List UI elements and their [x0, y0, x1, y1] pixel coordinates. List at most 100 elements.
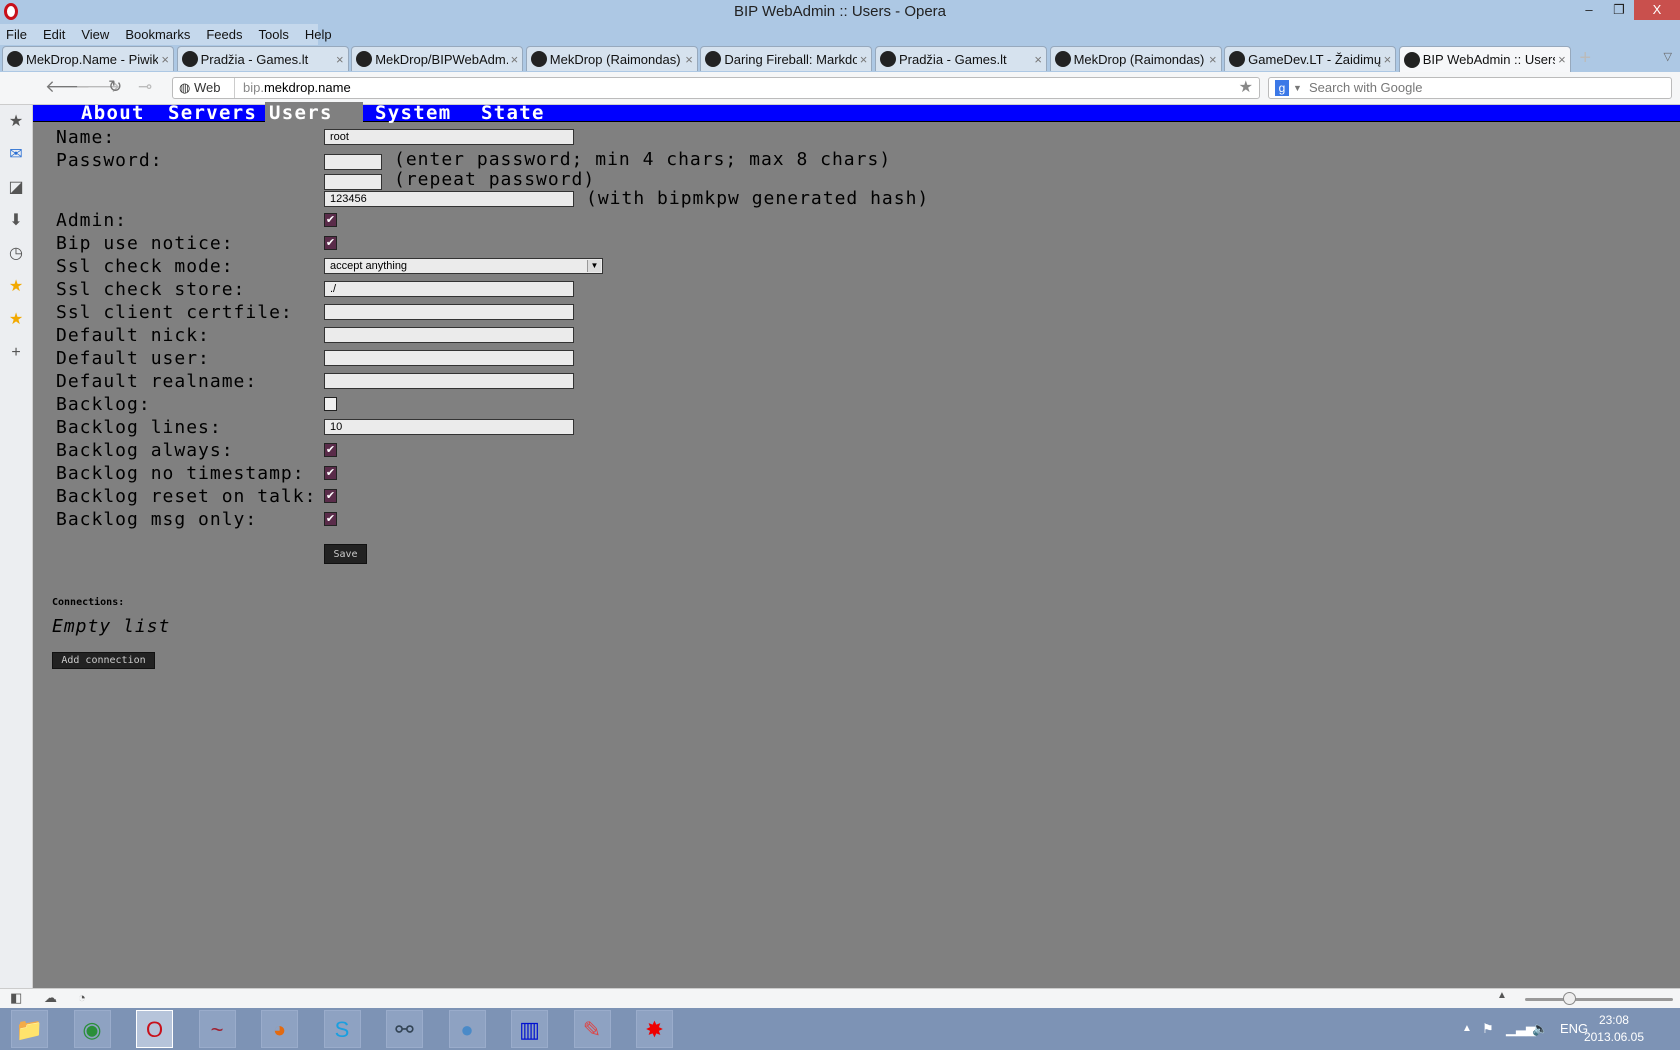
tab[interactable]: MekDrop/BIPWebAdm... ×	[351, 46, 524, 71]
chrome-icon[interactable]: ◉	[73, 1010, 111, 1048]
clock[interactable]: 23:08 2013.06.05	[1584, 1012, 1644, 1046]
zoom-slider[interactable]	[1525, 992, 1673, 1005]
hash-hint: (with bipmkpw generated hash)	[586, 188, 930, 209]
menu-feeds[interactable]: Feeds	[206, 24, 242, 45]
bookmarks-star-icon[interactable]: ★	[0, 105, 32, 138]
ssl-check-store-input[interactable]: ./	[324, 281, 574, 297]
network-icon[interactable]: ⚯	[386, 1010, 423, 1048]
add-panel-icon[interactable]: +	[0, 336, 32, 369]
reload-icon[interactable]: ↻	[108, 77, 122, 97]
backlog-no-timestamp-label: Backlog no timestamp:	[56, 463, 305, 484]
password-input[interactable]	[324, 154, 382, 170]
tab[interactable]: Pradžia - Games.lt ×	[176, 46, 349, 71]
nav-state[interactable]: State	[481, 102, 545, 124]
menu-edit[interactable]: Edit	[43, 24, 65, 45]
address-field[interactable]: ◍ Web bip.mekdrop.name ★	[172, 77, 1260, 99]
nav-users[interactable]: Users	[265, 102, 363, 124]
tab[interactable]: Pradžia - Games.lt ×	[874, 46, 1047, 71]
backlog-checkbox[interactable]	[324, 397, 337, 411]
add-connection-button[interactable]: Add connection	[52, 652, 155, 669]
downloads-icon[interactable]: ⬇	[0, 204, 32, 237]
default-user-input[interactable]	[324, 350, 574, 366]
ssl-check-mode-label: Ssl check mode:	[56, 256, 234, 277]
tab-label: MekDrop (Raimondas)	[1073, 51, 1205, 67]
search-field[interactable]: g ▼ Search with Google	[1268, 77, 1672, 99]
default-realname-input[interactable]	[324, 373, 574, 389]
panel-toggle-icon[interactable]: ◧	[10, 990, 22, 1006]
tab-menu-icon[interactable]: ▽	[1664, 50, 1672, 63]
nav-system[interactable]: System	[375, 102, 451, 124]
password-hash-input[interactable]: 123456	[324, 191, 574, 207]
tab-close-icon[interactable]: ×	[336, 52, 344, 67]
favorite-star-icon[interactable]: ★	[0, 270, 32, 303]
favorite-star-icon[interactable]: ★	[0, 303, 32, 336]
tab-close-icon[interactable]: ×	[1558, 52, 1566, 67]
mail-icon[interactable]: ✉	[0, 138, 32, 171]
tab-close-icon[interactable]: ×	[511, 52, 519, 67]
file-explorer-icon[interactable]: 📁	[11, 1010, 48, 1048]
chevron-down-icon[interactable]: ▼	[1293, 78, 1302, 98]
backlog-msg-only-checkbox[interactable]: ✔	[324, 512, 337, 526]
close-button[interactable]: X	[1634, 0, 1680, 20]
ssl-check-store-label: Ssl check store:	[56, 279, 246, 300]
key-icon[interactable]: ⊸	[138, 77, 152, 97]
new-tab-button[interactable]: +	[1579, 46, 1591, 72]
admin-checkbox[interactable]: ✔	[324, 213, 337, 227]
tab-close-icon[interactable]: ×	[161, 52, 169, 67]
firefox-icon[interactable]: ◕	[261, 1010, 298, 1048]
name-input[interactable]: root	[324, 129, 574, 145]
menu-file[interactable]: File	[6, 24, 27, 45]
status-toggle-icon[interactable]: ▲	[1497, 990, 1507, 1001]
tab-close-icon[interactable]: ×	[685, 52, 693, 67]
opera-icon[interactable]: O	[136, 1010, 173, 1048]
bookmark-star-icon[interactable]: ★	[1239, 78, 1253, 98]
backlog-label: Backlog:	[56, 394, 151, 415]
menu-view[interactable]: View	[81, 24, 109, 45]
default-nick-input[interactable]	[324, 327, 574, 343]
web-badge[interactable]: ◍ Web	[173, 78, 235, 98]
app-tilde-icon[interactable]: ~	[198, 1010, 236, 1048]
tab-close-icon[interactable]: ×	[1384, 52, 1392, 67]
flag-icon[interactable]: ⚑	[1482, 1008, 1494, 1050]
menu-tools[interactable]: Tools	[258, 24, 288, 45]
backlog-lines-input[interactable]: 10	[324, 419, 574, 435]
menu-bookmarks[interactable]: Bookmarks	[125, 24, 190, 45]
ssl-check-mode-select[interactable]: accept anything ▼	[324, 258, 603, 274]
backlog-always-checkbox[interactable]: ✔	[324, 443, 337, 457]
red-splat-icon[interactable]: ✸	[636, 1010, 673, 1048]
bip-use-notice-checkbox[interactable]: ✔	[324, 236, 337, 250]
speed-dial-icon[interactable]: ◔	[78, 990, 86, 1005]
backlog-reset-on-talk-checkbox[interactable]: ✔	[324, 489, 337, 503]
tab-close-icon[interactable]: ×	[1034, 52, 1042, 67]
nav-about[interactable]: About	[81, 102, 145, 124]
tab[interactable]: GameDev.LT - Žaidimų... ×	[1224, 46, 1397, 71]
tab[interactable]: Daring Fireball: Markdo... ×	[700, 46, 873, 71]
skype-icon[interactable]: S	[323, 1010, 361, 1048]
repeat-password-input[interactable]	[324, 174, 382, 190]
tab-close-icon[interactable]: ×	[1209, 52, 1217, 67]
tab[interactable]: MekDrop (Raimondas) ×	[525, 46, 698, 71]
tab[interactable]: BIP WebAdmin :: Users ×	[1398, 46, 1571, 72]
google-icon[interactable]: g	[1275, 80, 1289, 96]
save-button[interactable]: Save	[324, 544, 367, 564]
notes-icon[interactable]: ◪	[0, 171, 32, 204]
chevron-down-icon[interactable]: ▼	[587, 260, 601, 272]
tray-expand-icon[interactable]: ▲	[1462, 1008, 1472, 1050]
zoom-slider-handle[interactable]	[1563, 992, 1576, 1005]
ssl-client-certfile-input[interactable]	[324, 304, 574, 320]
address-toolbar: 🡐 🡒 ↻ ⊸ ◍ Web bip.mekdrop.name ★ g ▼ Sea…	[0, 72, 1680, 105]
cloud-icon[interactable]: ☁	[44, 990, 57, 1006]
backlog-no-timestamp-checkbox[interactable]: ✔	[324, 466, 337, 480]
server-icon[interactable]: ▥	[511, 1010, 548, 1048]
tab[interactable]: MekDrop.Name - Piwik... ×	[2, 46, 174, 71]
tab-close-icon[interactable]: ×	[860, 52, 868, 67]
volume-icon[interactable]: 🔈	[1532, 1008, 1548, 1050]
minimize-button[interactable]: –	[1574, 0, 1604, 20]
tab[interactable]: MekDrop (Raimondas) ×	[1049, 46, 1222, 71]
notepad-icon[interactable]: ✎	[573, 1010, 611, 1048]
menu-help[interactable]: Help	[305, 24, 332, 45]
cat-icon[interactable]: ●	[448, 1010, 486, 1048]
nav-servers[interactable]: Servers	[168, 102, 257, 124]
restore-button[interactable]: ❐	[1604, 0, 1634, 20]
history-clock-icon[interactable]: ◷	[0, 237, 32, 270]
